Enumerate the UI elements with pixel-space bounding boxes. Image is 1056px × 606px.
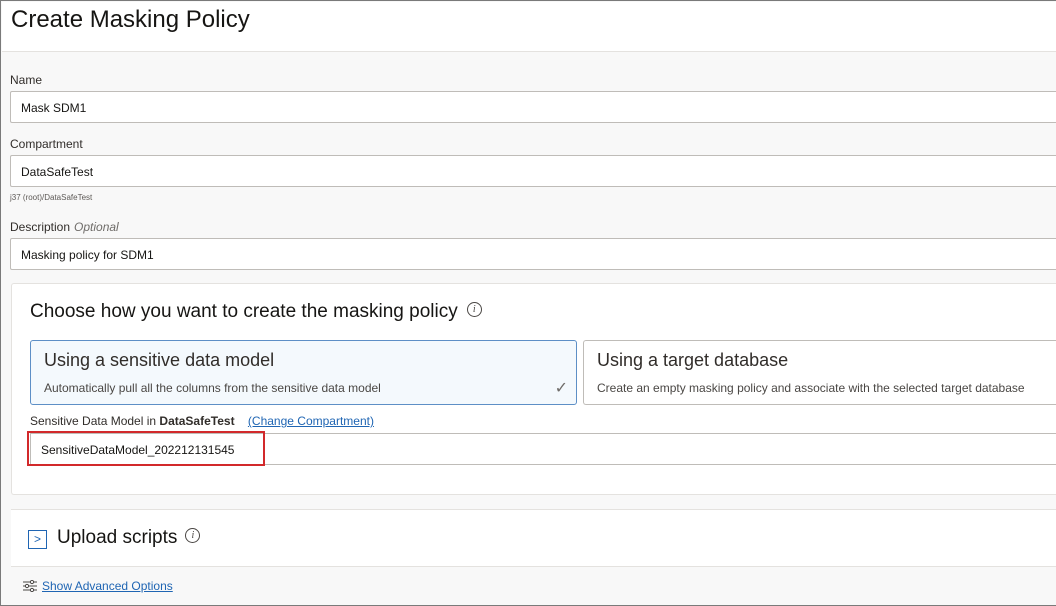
option-title: Using a sensitive data model	[44, 350, 275, 370]
chevron-right-icon[interactable]: >	[28, 530, 47, 549]
creation-method-panel: Choose how you want to create the maskin…	[11, 283, 1056, 495]
creation-method-heading: Choose how you want to create the maskin…	[30, 301, 482, 323]
optional-tag: Optional	[74, 220, 119, 234]
info-icon[interactable]: i	[185, 528, 201, 544]
compartment-select[interactable]: DataSafeTest	[10, 155, 1056, 187]
description-label-text: Description	[10, 220, 71, 234]
info-icon[interactable]: i	[466, 302, 482, 318]
option-sensitive-data-model[interactable]: Using a sensitive data model Automatical…	[30, 340, 577, 405]
page-title: Create Masking Policy	[11, 6, 250, 33]
option-target-database[interactable]: Using a target database Create an empty …	[583, 340, 1056, 405]
check-icon: ✓	[554, 380, 568, 397]
sdm-label-prefix: Sensitive Data Model in	[30, 414, 157, 428]
upload-scripts-heading: Upload scripts i	[57, 527, 201, 549]
compartment-path-hint: j37 (root)/DataSafeTest	[10, 193, 93, 202]
show-advanced-options-link[interactable]: Show Advanced Options	[42, 579, 173, 593]
option-title: Using a target database	[597, 350, 789, 370]
sdm-label: Sensitive Data Model in DataSafeTest (Ch…	[30, 414, 374, 428]
description-input[interactable]: Masking policy for SDM1	[10, 238, 1056, 270]
sliders-icon	[23, 579, 37, 592]
advanced-options: Show Advanced Options	[23, 579, 173, 593]
upload-scripts-title: Upload scripts	[57, 527, 178, 548]
page-header: Create Masking Policy	[2, 2, 1056, 52]
description-label: Description Optional	[10, 220, 119, 234]
change-compartment-link[interactable]: (Change Compartment)	[248, 414, 374, 428]
upload-scripts-section: > Upload scripts i	[11, 509, 1056, 567]
creation-method-heading-text: Choose how you want to create the maskin…	[30, 301, 458, 322]
compartment-label: Compartment	[10, 137, 83, 151]
option-description: Automatically pull all the columns from …	[44, 381, 381, 395]
sdm-compartment-name: DataSafeTest	[159, 414, 235, 428]
option-description: Create an empty masking policy and assoc…	[597, 381, 1025, 395]
highlight-box	[27, 431, 265, 466]
name-input[interactable]: Mask SDM1	[10, 91, 1056, 123]
masking-policy-form: Create Masking Policy Name Mask SDM1 Com…	[0, 0, 1056, 606]
name-label: Name	[10, 73, 43, 87]
